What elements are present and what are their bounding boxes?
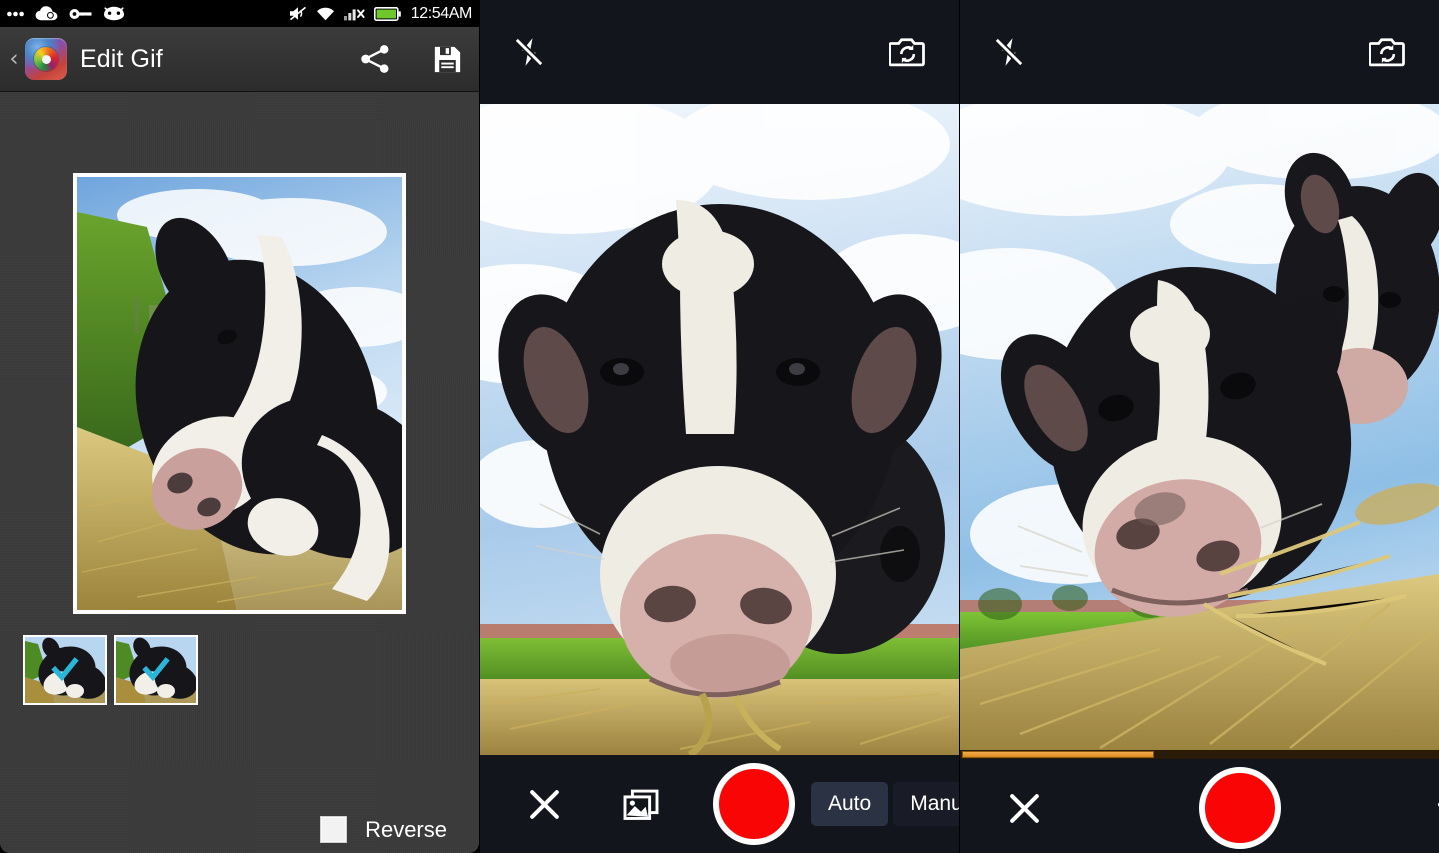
capture-progress-fill <box>962 751 1154 758</box>
frame-thumbnail-list <box>23 635 198 705</box>
cow-closeup-viewfinder <box>480 104 959 755</box>
status-bar-clock: 12:54AM <box>410 4 473 22</box>
editor-body: Reverse fps: 10 frame/sec <box>0 92 479 853</box>
page-title: Edit Gif <box>80 44 163 73</box>
thumbnail-illustration <box>116 637 196 703</box>
camera-viewfinder[interactable] <box>480 104 959 755</box>
camera-top-bar <box>960 0 1439 104</box>
camera-bottom-bar: Auto Manual <box>480 755 959 853</box>
gif-camera-app-icon[interactable] <box>25 38 67 80</box>
flash-off-icon[interactable] <box>992 35 1026 69</box>
cow-preview-illustration <box>77 177 402 610</box>
gif-frame-thumbnail-1 <box>25 637 105 703</box>
camera-viewfinder[interactable] <box>960 104 1439 750</box>
status-bar-left-icons <box>7 6 125 21</box>
list-item[interactable] <box>23 635 107 705</box>
wifi-icon <box>316 7 334 21</box>
record-button[interactable] <box>713 763 795 845</box>
action-bar-buttons <box>358 42 463 76</box>
close-icon[interactable] <box>526 786 563 823</box>
camera-switch-icon[interactable] <box>1369 35 1407 69</box>
gif-preview-frame[interactable] <box>73 173 406 614</box>
android-status-bar: 12:54AM <box>0 0 479 27</box>
capture-mode-toggle: Auto Manual <box>811 782 959 826</box>
check-icon[interactable] <box>1433 787 1439 829</box>
flash-off-icon[interactable] <box>512 35 546 69</box>
camera-bottom-bar <box>960 759 1439 853</box>
gif-editor-panel: 12:54AM ‹ Edit Gif Reverse <box>0 0 479 853</box>
no-sim-signal-icon <box>343 9 365 21</box>
back-chevron-icon[interactable]: ‹ <box>4 47 24 71</box>
action-bar: ‹ Edit Gif <box>0 27 479 92</box>
android-head-icon <box>104 6 124 21</box>
close-icon[interactable] <box>1006 790 1043 827</box>
status-bar-right-icons: 12:54AM <box>289 5 472 23</box>
gif-frame-thumbnail-2 <box>116 637 196 703</box>
reverse-checkbox[interactable] <box>320 816 348 843</box>
share-icon[interactable] <box>358 42 392 76</box>
more-notifications-icon <box>7 11 24 16</box>
app-icon-swirl <box>34 47 58 71</box>
camera-switch-icon[interactable] <box>889 35 927 69</box>
mute-icon <box>289 6 306 21</box>
thumbnail-illustration <box>25 637 105 703</box>
save-icon[interactable] <box>432 44 463 75</box>
capture-progress-bar <box>960 750 1439 759</box>
record-button[interactable] <box>1199 767 1281 849</box>
battery-icon <box>373 6 401 21</box>
gallery-stack-icon[interactable] <box>621 784 661 824</box>
mode-manual-button[interactable]: Manual <box>893 782 959 826</box>
gif-preview-image <box>77 177 402 610</box>
cloud-icon <box>35 6 58 21</box>
mode-auto-button[interactable]: Auto <box>811 782 889 826</box>
vpn-key-icon <box>69 8 92 19</box>
camera-capture-panel: Auto Manual <box>480 0 959 853</box>
reverse-option-row: Reverse <box>320 816 447 843</box>
camera-top-bar <box>480 0 959 104</box>
reverse-label: Reverse <box>365 816 447 842</box>
list-item[interactable] <box>114 635 198 705</box>
camera-capturing-panel <box>960 0 1439 853</box>
cows-eating-hay-viewfinder <box>960 104 1439 750</box>
screenshot-stage: 12:54AM ‹ Edit Gif Reverse Auto Manu <box>0 0 1439 853</box>
